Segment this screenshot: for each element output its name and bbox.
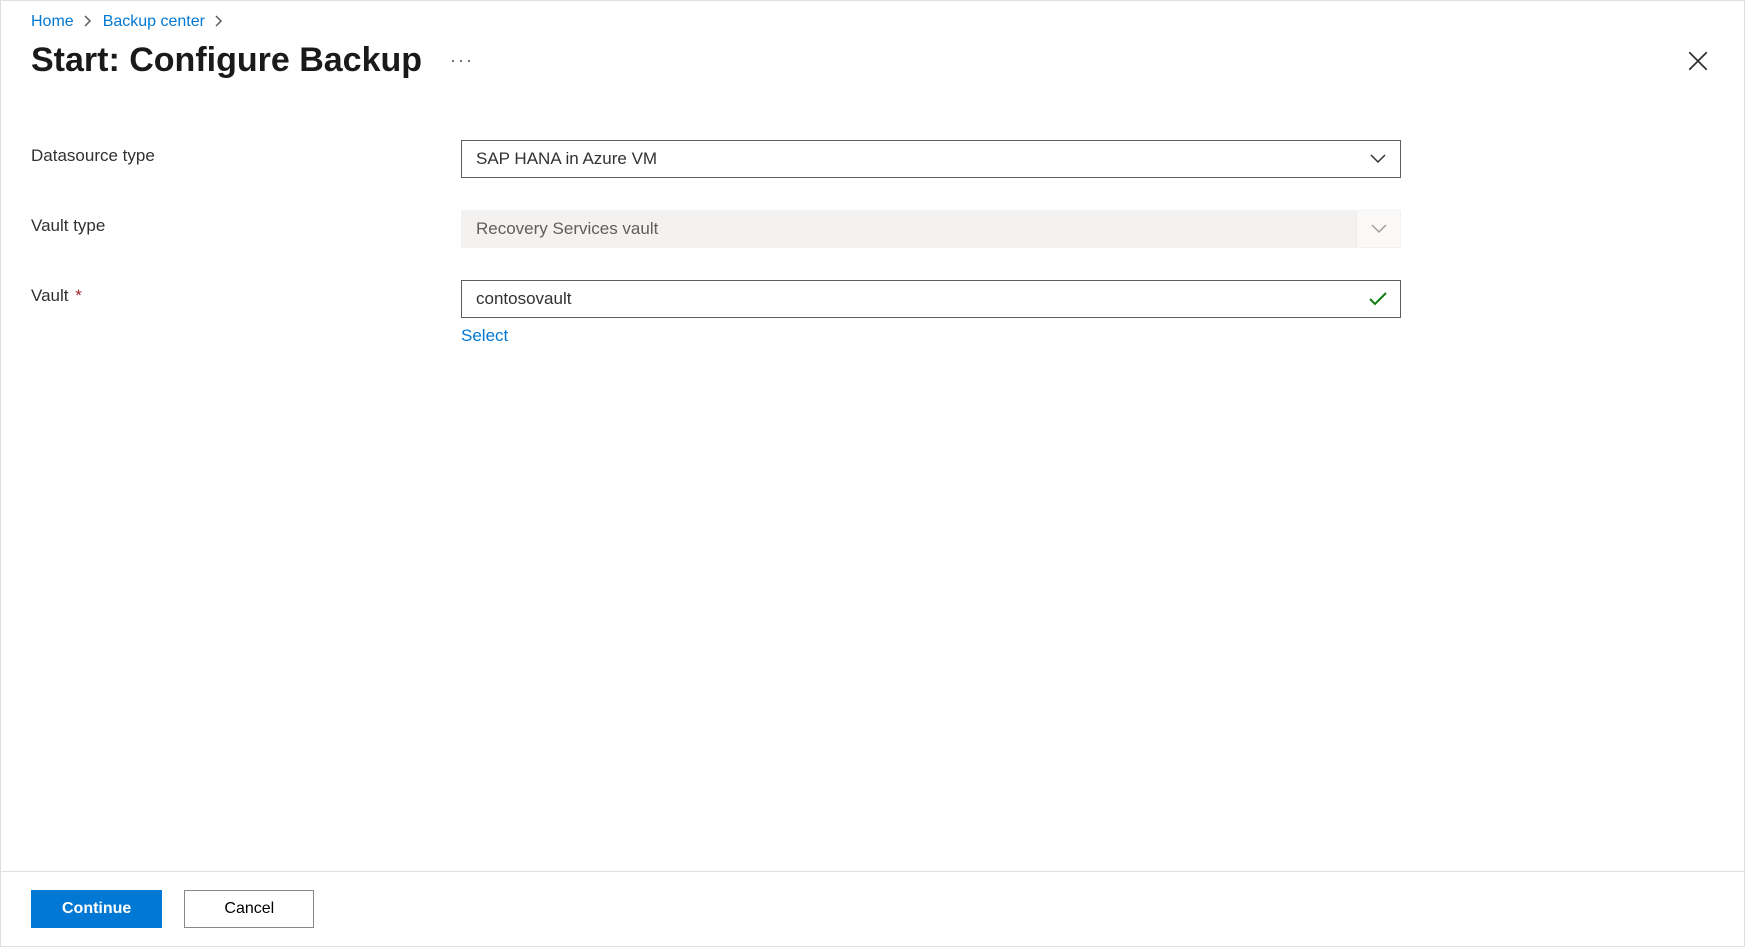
datasource-type-control: SAP HANA in Azure VM bbox=[461, 140, 1401, 178]
form-row-vault: Vault * contosovault Select bbox=[31, 280, 1714, 346]
cancel-button[interactable]: Cancel bbox=[184, 890, 314, 928]
vault-select-link[interactable]: Select bbox=[461, 326, 508, 346]
chevron-right-icon bbox=[84, 14, 93, 30]
vault-control: contosovault Select bbox=[461, 280, 1401, 346]
breadcrumb: Home Backup center bbox=[1, 1, 1744, 31]
footer-bar: Continue Cancel bbox=[1, 871, 1744, 946]
form-row-datasource-type: Datasource type SAP HANA in Azure VM bbox=[31, 140, 1714, 178]
vault-label-wrap: Vault * bbox=[31, 280, 461, 306]
vault-type-control: Recovery Services vault bbox=[461, 210, 1401, 248]
page-title: Start: Configure Backup bbox=[31, 41, 422, 80]
vault-value: contosovault bbox=[476, 289, 571, 309]
more-actions-icon[interactable]: ··· bbox=[446, 50, 478, 71]
page-container: Home Backup center Start: Configure Back… bbox=[0, 0, 1745, 947]
breadcrumb-home-link[interactable]: Home bbox=[31, 13, 74, 31]
datasource-type-label: Datasource type bbox=[31, 140, 461, 166]
datasource-type-dropdown[interactable]: SAP HANA in Azure VM bbox=[461, 140, 1401, 178]
continue-button[interactable]: Continue bbox=[31, 890, 162, 928]
chevron-right-icon bbox=[215, 14, 224, 30]
vault-input[interactable]: contosovault bbox=[461, 280, 1401, 318]
vault-label: Vault bbox=[31, 286, 69, 305]
chevron-down-icon bbox=[1356, 141, 1400, 177]
breadcrumb-backup-center-link[interactable]: Backup center bbox=[103, 13, 205, 31]
title-row: Start: Configure Backup ··· bbox=[1, 31, 1744, 120]
title-left: Start: Configure Backup ··· bbox=[31, 41, 478, 80]
vault-type-label: Vault type bbox=[31, 210, 461, 236]
chevron-down-icon bbox=[1356, 211, 1400, 247]
form-area: Datasource type SAP HANA in Azure VM Vau… bbox=[1, 120, 1744, 871]
required-indicator: * bbox=[75, 286, 82, 305]
vault-type-dropdown: Recovery Services vault bbox=[461, 210, 1401, 248]
close-icon bbox=[1688, 51, 1708, 71]
checkmark-icon bbox=[1368, 291, 1388, 307]
form-row-vault-type: Vault type Recovery Services vault bbox=[31, 210, 1714, 248]
datasource-type-value: SAP HANA in Azure VM bbox=[476, 149, 657, 169]
close-button[interactable] bbox=[1682, 45, 1714, 77]
vault-type-value: Recovery Services vault bbox=[476, 219, 658, 239]
